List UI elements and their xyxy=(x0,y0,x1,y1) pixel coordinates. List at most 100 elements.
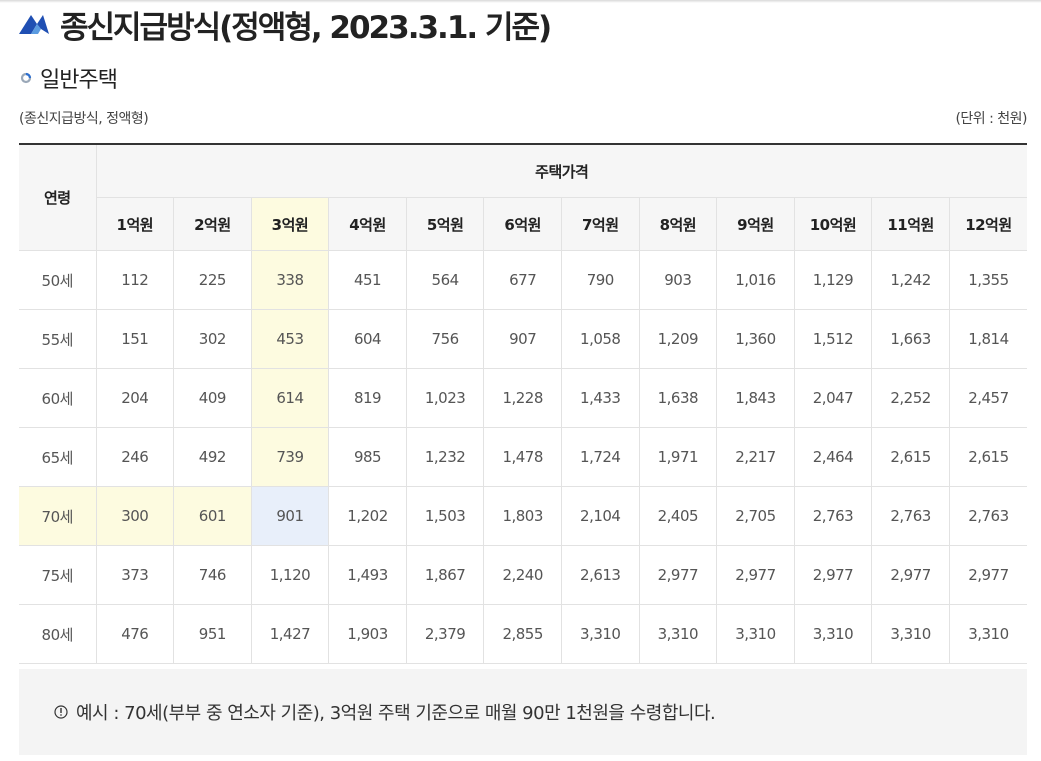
price-column-header: 4억원 xyxy=(328,197,407,251)
age-cell: 75세 xyxy=(19,545,96,605)
amount-cell: 2,615 xyxy=(948,427,1027,487)
amount-cell: 2,464 xyxy=(793,427,872,487)
amount-cell: 112 xyxy=(95,250,174,310)
table-row: 50세 112 225 338 451 564 677 790 903 1,016 1,129 1,2… xyxy=(19,250,1027,310)
amount-cell: 2,613 xyxy=(560,545,640,605)
age-cell: 65세 xyxy=(19,427,96,487)
amount-cell: 2,615 xyxy=(871,427,950,487)
price-column-header: 6억원 xyxy=(483,197,562,251)
amount-cell: 739 xyxy=(250,427,329,487)
amount-cell: 2,977 xyxy=(871,545,950,605)
amount-cell: 1,814 xyxy=(948,309,1027,369)
amount-cell: 1,663 xyxy=(871,309,950,369)
amount-cell: 204 xyxy=(95,368,174,428)
amount-cell: 1,971 xyxy=(638,427,717,487)
table-row: 75세 373 746 1,120 1,493 1,867 2,240 2,613 2,977 2… xyxy=(19,545,1027,605)
amount-cell: 790 xyxy=(560,250,640,310)
amount-cell: 3,310 xyxy=(871,604,950,664)
amount-cell: 746 xyxy=(173,545,252,605)
price-column-header: 5억원 xyxy=(405,197,484,251)
price-column-header: 10억원 xyxy=(793,197,872,251)
amount-cell: 1,843 xyxy=(716,368,795,428)
amount-cell: 2,252 xyxy=(871,368,950,428)
table-row: 55세 151 302 453 604 756 907 1,058 1,209 1,360 1,51… xyxy=(19,309,1027,369)
amount-cell: 2,977 xyxy=(793,545,872,605)
amount-cell: 492 xyxy=(173,427,252,487)
amount-cell: 338 xyxy=(250,250,329,310)
example-note-text: 예시 : 70세(부부 중 연소자 기준), 3억원 주택 기준으로 매월 90… xyxy=(76,703,716,724)
amount-cell: 985 xyxy=(328,427,407,487)
amount-cell: 677 xyxy=(483,250,562,310)
amount-cell: 2,217 xyxy=(716,427,795,487)
subtitle-row: 일반주택 xyxy=(20,62,118,94)
age-column-header: 연령 xyxy=(19,144,97,251)
amount-cell: 3,310 xyxy=(793,604,872,664)
amount-cell: 1,228 xyxy=(483,368,562,428)
amount-cell: 2,240 xyxy=(483,545,562,605)
section-subtitle: 일반주택 xyxy=(40,68,118,93)
amount-cell: 951 xyxy=(173,604,252,664)
price-column-header: 8억원 xyxy=(638,197,717,251)
example-note: 예시 : 70세(부부 중 연소자 기준), 3억원 주택 기준으로 매월 90… xyxy=(19,669,1027,755)
amount-cell: 1,427 xyxy=(250,604,329,664)
amount-cell: 1,058 xyxy=(560,309,640,369)
amount-cell: 300 xyxy=(95,486,174,546)
table-row: 70세 300 601 901 1,202 1,503 1,803 2,104 2,405 2,7… xyxy=(19,486,1027,546)
table-row: 60세 204 409 614 819 1,023 1,228 1,433 1,638 1,843… xyxy=(19,368,1027,428)
exclamation-circle-icon xyxy=(54,705,68,719)
amount-cell: 1,016 xyxy=(716,250,795,310)
amount-cell: 601 xyxy=(173,486,252,546)
amount-cell: 3,310 xyxy=(948,604,1027,664)
price-column-header: 1억원 xyxy=(95,197,174,251)
age-cell: 80세 xyxy=(19,604,96,664)
amount-cell: 901 xyxy=(250,486,329,546)
amount-cell: 2,763 xyxy=(948,486,1027,546)
amount-cell: 453 xyxy=(250,309,329,369)
amount-cell: 907 xyxy=(483,309,562,369)
amount-cell: 1,120 xyxy=(250,545,329,605)
amount-cell: 1,023 xyxy=(405,368,484,428)
amount-cell: 2,977 xyxy=(638,545,717,605)
amount-cell: 819 xyxy=(328,368,407,428)
price-column-header: 2억원 xyxy=(173,197,252,251)
amount-cell: 1,478 xyxy=(483,427,562,487)
mountain-logo-icon xyxy=(19,15,49,34)
amount-cell: 476 xyxy=(95,604,174,664)
amount-cell: 1,724 xyxy=(560,427,640,487)
price-column-header: 7억원 xyxy=(560,197,640,251)
age-cell: 55세 xyxy=(19,309,96,369)
price-group-header: 주택가격 xyxy=(95,144,1027,198)
amount-cell: 1,903 xyxy=(328,604,407,664)
price-column-header: 11억원 xyxy=(871,197,950,251)
age-cell: 60세 xyxy=(19,368,96,428)
amount-cell: 451 xyxy=(328,250,407,310)
amount-cell: 1,232 xyxy=(405,427,484,487)
amount-cell: 1,638 xyxy=(638,368,717,428)
amount-cell: 2,104 xyxy=(560,486,640,546)
amount-cell: 373 xyxy=(95,545,174,605)
pension-rate-table: 연령 주택가격 1억원 2억원 3억원 4억원 5억원 6억원 7억원 8억원 9억원 10억원 1… xyxy=(19,143,1027,664)
amount-cell: 2,379 xyxy=(405,604,484,664)
amount-cell: 1,355 xyxy=(948,250,1027,310)
amount-cell: 2,763 xyxy=(871,486,950,546)
amount-cell: 151 xyxy=(95,309,174,369)
amount-cell: 2,763 xyxy=(793,486,872,546)
amount-cell: 246 xyxy=(95,427,174,487)
amount-cell: 2,977 xyxy=(948,545,1027,605)
amount-cell: 1,360 xyxy=(716,309,795,369)
amount-cell: 3,310 xyxy=(560,604,640,664)
unit-caption: (단위 : 천원) xyxy=(955,111,1027,127)
amount-cell: 903 xyxy=(638,250,717,310)
amount-cell: 1,503 xyxy=(405,486,484,546)
price-column-header: 12억원 xyxy=(948,197,1027,251)
amount-cell: 756 xyxy=(405,309,484,369)
price-column-header: 3억원 xyxy=(250,197,329,251)
amount-cell: 1,202 xyxy=(328,486,407,546)
amount-cell: 3,310 xyxy=(638,604,717,664)
age-cell: 50세 xyxy=(19,250,96,310)
age-cell: 70세 xyxy=(19,486,96,546)
page-title: 종신지급방식(정액형, 2023.3.1. 기준) xyxy=(60,9,552,46)
amount-cell: 1,209 xyxy=(638,309,717,369)
amount-cell: 1,803 xyxy=(483,486,562,546)
amount-cell: 604 xyxy=(328,309,407,369)
